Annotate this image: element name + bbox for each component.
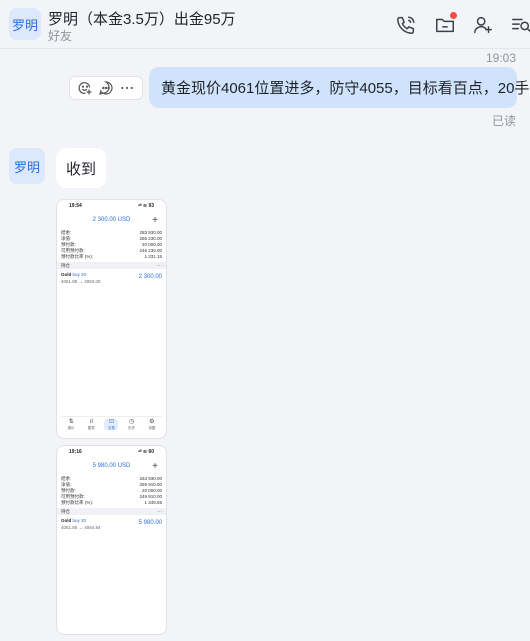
message-action-bar [69,76,143,100]
nav-label: 设置 [148,426,156,430]
reaction-icon[interactable] [76,79,94,97]
search-history-icon[interactable] [510,14,530,36]
account-row: 预付款比率 (%): 1 349.55 [57,500,166,506]
plus-icon: + [152,215,158,226]
position-profit: 5 980.00 [138,520,162,526]
incoming-message-bubble[interactable]: 收到 [56,148,106,188]
row-label: 预付款比率 (%): [61,254,93,259]
phone-bottom-nav: ⇅ 报价 ıl 图表 ⊡ 交易 ◷ 历史 ⚙ 设置 [61,416,162,432]
notification-dot [450,12,457,19]
row-label: 预付款比率 (%): [61,500,93,505]
account-total: 5 980.00 USD + [57,458,166,476]
positions-section: 持仓 ··· [57,262,166,269]
account-total-value: 5 980.00 USD [92,463,131,469]
gear-icon: ⚙ [149,419,155,425]
nav-quotes: ⇅ 报价 [64,419,78,430]
account-total-value: 2 300.00 USD [92,217,131,223]
account-row: 预付款比率 (%): 1 331.15 [57,254,166,260]
row-value: 1 331.15 [144,254,162,259]
phone-time: 19:16 [69,449,82,455]
nav-label: 图表 [87,426,95,430]
chart-icon: ıl [89,419,93,425]
nav-trade: ⊡ 交易 [104,419,119,430]
sender-avatar[interactable]: 罗明 [9,148,45,184]
position-profit: 2 300.00 [138,274,162,280]
nav-label: 报价 [67,426,75,430]
contact-relation-label: 好友 [48,29,73,43]
quotes-icon: ⇅ [68,419,74,425]
nav-label: 历史 [128,426,136,430]
phone-time: 19:54 [69,203,82,209]
section-label: 持仓 [61,509,70,514]
outgoing-message-bubble[interactable]: 黄金现价4061位置进多，防守4055，目标看百点，20手 [149,67,529,108]
phone-status-bar: 19:16 ᵃˡˡ ≋ 60 [57,446,166,458]
section-label: 持仓 [61,263,70,268]
section-more-icon: ··· [157,263,163,268]
symbol-name: Gold [61,518,72,523]
position-direction: buy 20 [72,272,87,277]
nav-settings: ⚙ 设置 [145,419,159,430]
contact-avatar[interactable]: 罗明 [9,8,41,40]
phone-status-icons: ᵃˡˡ ≋ 60 [138,449,154,455]
phone-status-icons: ᵃˡˡ ≋ 93 [138,203,154,209]
reply-icon[interactable] [97,79,115,97]
image-message-1[interactable]: 19:54 ᵃˡˡ ≋ 93 2 300.00 USD + 结余: 283 930… [56,199,167,439]
chat-title[interactable]: 罗明（本金3.5万）出金95万 [48,8,236,29]
more-icon[interactable] [118,79,136,97]
phone-call-icon[interactable] [395,14,417,36]
add-member-icon[interactable] [472,14,494,36]
read-status: 已读 [491,114,516,128]
trade-icon: ⊡ [108,419,114,425]
history-icon: ◷ [129,419,135,425]
phone-status-bar: 19:54 ᵃˡˡ ≋ 93 [57,200,166,212]
plus-icon: + [152,461,158,472]
position-row: Gold buy 20 4061.85 → 4064.84 5 980.00 [57,515,166,535]
account-total: 2 300.00 USD + [57,212,166,230]
image-message-2[interactable]: 19:16 ᵃˡˡ ≋ 60 5 980.00 USD + 结余: 263 930… [56,445,167,635]
position-direction: buy 20 [72,518,87,523]
row-value: 1 349.55 [144,500,162,505]
chat-header: 罗明 罗明（本金3.5万）出金95万 好友 [0,0,530,49]
nav-label: 交易 [107,426,115,430]
symbol-name: Gold [61,272,72,277]
nav-history: ◷ 历史 [125,419,139,430]
nav-charts: ıl 图表 [84,419,98,430]
positions-section: 持仓 ··· [57,508,166,515]
section-more-icon: ··· [157,509,163,514]
message-timestamp: 19:03 [485,51,516,65]
position-row: Gold buy 20 4061.85 → 4063.00 2 300.00 [57,269,166,289]
